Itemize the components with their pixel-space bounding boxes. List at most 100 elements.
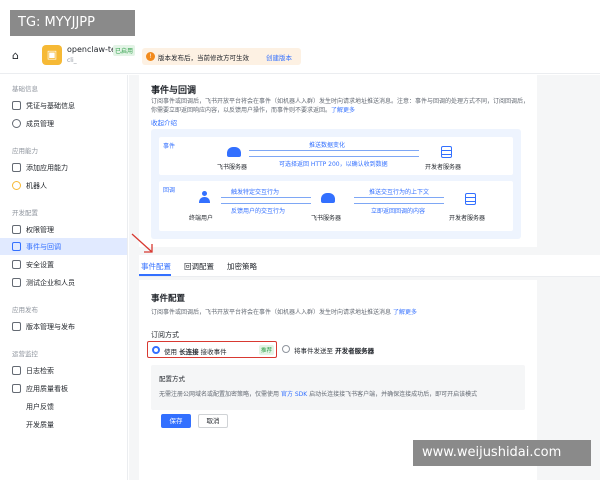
info-text: 无需注册公网域名或配置加密策略，仅需使用 [159,391,280,398]
dev-server-radio[interactable] [282,345,290,353]
sidebar-item-add-capability[interactable]: 添加应用能力 [0,159,127,176]
sidebar-item-label: 测试企业和人员 [26,279,75,287]
sidebar-item-label: 机器人 [26,182,47,190]
sidebar-item-test-tenants[interactable]: 测试企业和人员 [0,274,127,291]
sidebar-item-bot[interactable]: 机器人 [0,177,127,194]
config-method-title: 配置方式 [159,375,185,383]
trigger-label: 触发特定交互行为 [231,189,280,196]
official-sdk-link[interactable]: 官方 SDK [281,391,307,398]
annotation-arrow [131,233,153,253]
events-icon [12,242,21,251]
config-tabs: 事件配置 回调配置 加密策略 [139,255,600,277]
sidebar-group-monitoring: 运营监控 [12,350,38,358]
sidebar-item-label: 成员管理 [26,120,54,128]
notice-text: 版本发布后，当前修改方可生效 [158,54,249,62]
sidebar-group-dev-config: 开发配置 [12,209,38,217]
sidebar-item-dev-quality[interactable]: 开发质量 [0,416,127,433]
dev-server-icon [465,193,476,205]
page-description: 订阅事件或回调后，飞书开放平台将会在事件（如机器人入群）发生时向请求地址推送消息… [151,97,531,115]
user-head [202,191,207,196]
permission-icon [12,225,21,234]
create-version-link[interactable]: 创建版本 [266,52,292,62]
tab-event-config[interactable]: 事件配置 [141,261,171,272]
callback-flow: 回调 终端用户 触发特定交互行为 反馈用户的交互行为 飞书服务器 推送交互行为的… [159,181,513,231]
sidebar-item-permissions[interactable]: 权限管理 [0,221,127,238]
grid-icon [12,163,21,172]
sidebar: 基础信息 凭证与基础信息 成员管理 应用能力 添加应用能力 机器人 开发配置 权… [0,75,128,480]
option-text: 接收事件 [200,348,227,356]
dev-server-option-label[interactable]: 将事件发送至 开发者服务器 [294,345,374,355]
feishu-server-icon [227,147,241,157]
sidebar-item-label: 日志检索 [26,367,54,375]
home-icon[interactable]: ⌂ [12,50,24,62]
long-connection-label: 使用 长连接 接收事件 [164,346,227,356]
credentials-icon [12,101,21,110]
sidebar-item-user-feedback[interactable]: 用户反馈 [0,398,127,415]
feedback-label: 反馈用户的交互行为 [231,208,286,215]
active-tab-indicator [139,274,171,276]
long-connection-radio[interactable] [152,346,160,354]
return-200-label: 可选择返回 HTTP 200，以确认收到数据 [279,161,388,168]
sidebar-item-label: 凭证与基础信息 [26,102,75,110]
sidebar-group-capabilities: 应用能力 [12,147,38,155]
context-arrow [354,197,444,198]
push-context-label: 推送交互行为的上下文 [369,189,430,196]
app-id: cli_ [67,57,77,64]
info-text: 启动长连接接飞书客户端，并确保连接成功后，即可开启该模式 [309,391,478,398]
option-text: 将事件发送至 [294,347,333,355]
cancel-button[interactable]: 取消 [198,414,228,428]
dev-server-icon [441,146,452,158]
option-bold-text: 开发者服务器 [335,347,375,355]
sidebar-item-credentials[interactable]: 凭证与基础信息 [0,97,127,114]
section-description: 订阅事件或回调后，飞书开放平台将会在事件（如机器人入群）发生时向请求地址推送消息… [151,307,531,316]
callback-tag: 回调 [163,187,176,194]
event-tag: 事件 [163,143,176,150]
sidebar-item-label: 安全设置 [26,261,54,269]
sidebar-item-log-search[interactable]: 日志检索 [0,362,127,379]
sidebar-item-version-release[interactable]: 版本管理与发布 [0,318,127,335]
tab-callback-config[interactable]: 回调配置 [184,261,214,272]
end-user-icon [199,191,210,203]
sidebar-item-label: 开发质量 [26,421,54,429]
sidebar-item-members[interactable]: 成员管理 [0,115,127,132]
description-text: 订阅事件或回调后，飞书开放平台将会在事件（如机器人入群）发生时向请求地址推送消息 [151,309,392,316]
push-arrow [249,150,419,151]
user-body [199,197,210,203]
page-title: 事件与回调 [151,86,197,96]
config-method-box: 配置方式 无需注册公网域名或配置加密策略，仅需使用 官方 SDK 启动长连接接飞… [151,365,525,410]
sidebar-item-label: 应用质量看板 [26,385,68,393]
sidebar-item-security[interactable]: 安全设置 [0,256,127,273]
feishu-server-label: 飞书服务器 [311,215,342,222]
section-title: 事件配置 [151,294,186,304]
config-method-text: 无需注册公网域名或配置加密策略，仅需使用 官方 SDK 启动长连接接飞书客户端，… [159,389,477,398]
shield-icon [12,260,21,269]
save-button[interactable]: 保存 [161,414,191,428]
flow-diagram: 事件 飞书服务器 推送数据变化 可选择返回 HTTP 200，以确认收到数据 开… [151,129,521,239]
warning-icon: ! [146,52,155,61]
log-icon [12,366,21,375]
app-header: ⌂ ▣ openclaw-test 已启用 cli_ ! 版本发布后，当前修改方… [0,40,600,74]
intro-card: 事件与回调 订阅事件或回调后，飞书开放平台将会在事件（如机器人入群）发生时向请求… [139,75,537,247]
push-data-label: 推送数据变化 [309,142,346,149]
recommended-badge: 推荐 [259,345,275,355]
event-flow: 事件 飞书服务器 推送数据变化 可选择返回 HTTP 200，以确认收到数据 开… [159,137,513,175]
sidebar-item-events-callbacks[interactable]: 事件与回调 [0,238,127,255]
learn-more-link[interactable]: 了解更多 [393,309,417,316]
sidebar-item-label: 事件与回调 [26,243,61,251]
app-status-badge: 已启用 [113,45,136,56]
dev-server-label: 开发者服务器 [449,215,486,222]
dev-server-label: 开发者服务器 [425,164,462,171]
return-response-label: 立即返回回调的内容 [371,208,426,215]
long-connection-option[interactable]: 使用 长连接 接收事件 推荐 [147,341,277,358]
response-arrow [354,203,444,204]
tab-encryption[interactable]: 加密策略 [227,261,257,272]
option-text: 使用 [164,348,177,356]
collapse-intro-link[interactable]: 收起介绍 [151,117,177,127]
watermark-top: TG: MYYJJPP [10,10,135,36]
learn-more-link[interactable]: 了解更多 [331,107,355,114]
sidebar-item-label: 版本管理与发布 [26,323,75,331]
sidebar-item-label: 用户反馈 [26,403,54,411]
dashboard-icon [12,384,21,393]
sidebar-item-quality-board[interactable]: 应用质量看板 [0,380,127,397]
main-content: 事件与回调 订阅事件或回调后，飞书开放平台将会在事件（如机器人入群）发生时向请求… [129,75,600,480]
